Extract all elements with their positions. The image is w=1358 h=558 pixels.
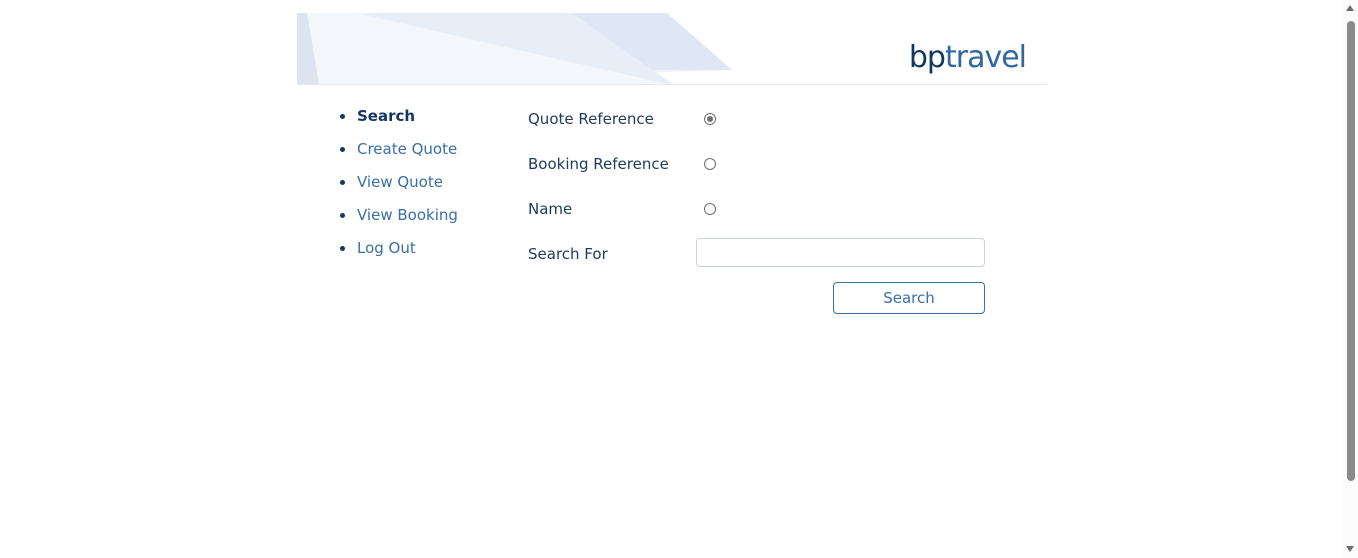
bullet-icon [340, 147, 345, 152]
name-label: Name [528, 200, 573, 218]
bptravel-logo[interactable]: bptravel [908, 40, 1027, 76]
scroll-down-arrow-icon[interactable] [1346, 546, 1354, 552]
logo-bp-text: bp [908, 40, 946, 75]
nav-item-view-quote: View Quote [340, 172, 458, 205]
nav-link-view-booking[interactable]: View Booking [357, 206, 458, 224]
nav-link-view-quote[interactable]: View Quote [357, 173, 443, 191]
search-button[interactable]: Search [833, 282, 985, 314]
nav-link-search[interactable]: Search [357, 107, 415, 125]
nav-link-create-quote[interactable]: Create Quote [357, 140, 457, 158]
nav-link-log-out[interactable]: Log Out [357, 239, 416, 257]
name-radio[interactable] [704, 203, 716, 215]
nav-item-view-booking: View Booking [340, 205, 458, 238]
side-navigation: Search Create Quote View Quote View Book… [340, 106, 458, 271]
vertical-scrollbar[interactable] [1343, 0, 1358, 558]
search-for-input[interactable] [696, 238, 985, 267]
nav-item-search: Search [340, 106, 458, 139]
header-banner: bptravel [297, 13, 1047, 85]
logo-travel-text: travel [944, 40, 1027, 75]
booking-reference-label: Booking Reference [528, 155, 669, 173]
quote-reference-label: Quote Reference [528, 110, 654, 128]
bullet-icon [340, 114, 345, 119]
nav-item-create-quote: Create Quote [340, 139, 458, 172]
bullet-icon [340, 213, 345, 218]
booking-reference-radio[interactable] [704, 158, 716, 170]
scrollbar-thumb[interactable] [1347, 21, 1355, 481]
search-for-label: Search For [528, 245, 608, 263]
quote-reference-radio[interactable] [704, 113, 716, 125]
nav-item-log-out: Log Out [340, 238, 458, 271]
scroll-up-arrow-icon[interactable] [1346, 5, 1354, 11]
bullet-icon [340, 180, 345, 185]
bullet-icon [340, 246, 345, 251]
